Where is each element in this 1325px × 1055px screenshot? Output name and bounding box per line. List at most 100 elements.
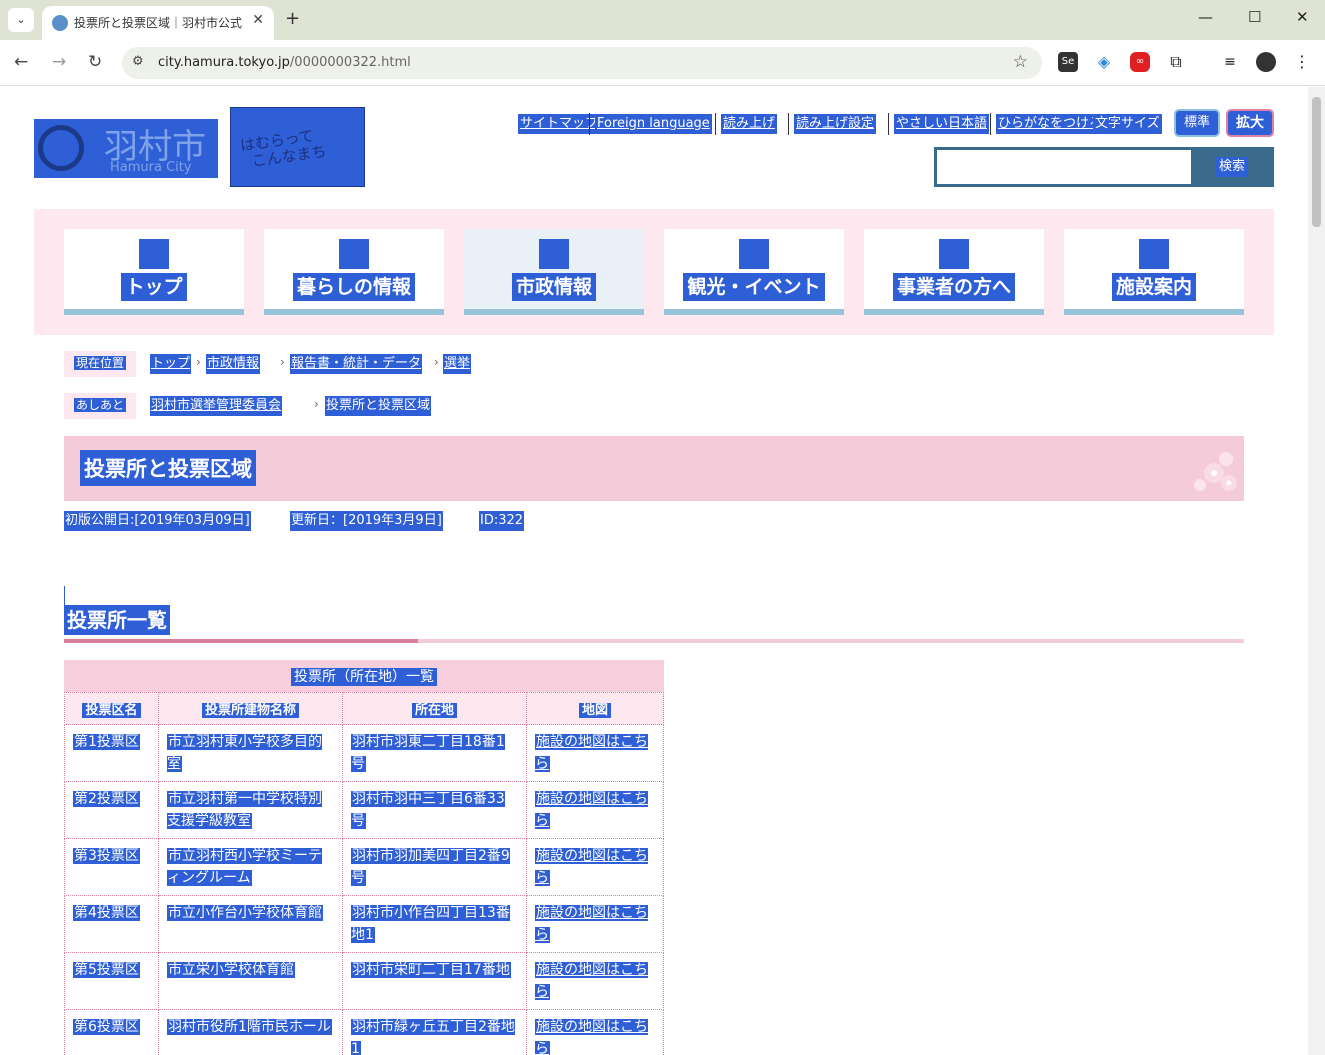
map-link[interactable]: 施設の地図はこちら bbox=[535, 734, 648, 772]
history-election-committee[interactable]: 羽村市選挙管理委員会 bbox=[150, 396, 283, 416]
history-current-page: 投票所と投票区域 bbox=[325, 396, 432, 416]
browser-menu-icon[interactable]: ⋮ bbox=[1292, 52, 1312, 72]
published-date: 初版公開日:[2019年03月09日] bbox=[64, 511, 251, 531]
sakura-decoration-icon bbox=[1194, 452, 1237, 491]
link-foreign-language[interactable]: Foreign language bbox=[595, 114, 712, 134]
extension-red-icon[interactable]: ∞ bbox=[1130, 52, 1150, 72]
font-large-button[interactable]: 拡大 bbox=[1226, 109, 1274, 137]
maximize-icon[interactable]: ☐ bbox=[1248, 8, 1261, 26]
breadcrumb-reports[interactable]: 報告書・統計・データ bbox=[290, 354, 423, 374]
site-logo[interactable]: 羽村市 Hamura City bbox=[34, 119, 218, 178]
font-standard-button[interactable]: 標準 bbox=[1174, 109, 1220, 137]
gnav-top[interactable]: トップ bbox=[64, 229, 244, 315]
link-furigana[interactable]: ひらがなをつける bbox=[996, 114, 1105, 134]
cell-text: 羽村市羽中三丁目6番33号 bbox=[351, 791, 505, 829]
scrollbar-thumb[interactable] bbox=[1312, 97, 1321, 227]
link-read-aloud-text[interactable]: 読み上げ bbox=[723, 116, 775, 131]
back-icon[interactable]: ← bbox=[14, 52, 28, 72]
gnav-city-admin[interactable]: 市政情報 bbox=[464, 229, 644, 315]
page-scrollbar[interactable] bbox=[1308, 87, 1325, 1055]
breadcrumb-label: 現在位置 bbox=[64, 351, 137, 377]
table-row: 第3投票区 市立羽村西小学校ミーティングルーム 羽村市羽加美四丁目2番9号 施設… bbox=[64, 838, 664, 896]
page-title: 投票所と投票区域 bbox=[80, 450, 256, 486]
browser-tab[interactable]: 投票所と投票区域｜羽村市公式 ✕ bbox=[42, 6, 274, 40]
col-header-district: 投票区名 bbox=[64, 692, 159, 725]
close-tab-icon[interactable]: ✕ bbox=[252, 12, 264, 28]
divider bbox=[990, 113, 991, 135]
table-row: 第6投票区 羽村市役所1階市民ホール 羽村市緑ヶ丘五丁目2番地1 施設の地図はこ… bbox=[64, 1009, 664, 1055]
map-link[interactable]: 施設の地図はこちら bbox=[535, 1019, 648, 1055]
col-header-text: 所在地 bbox=[411, 703, 457, 718]
cell-address: 羽村市小作台四丁目13番地1 bbox=[342, 895, 527, 953]
chevron-right-icon: › bbox=[196, 355, 201, 369]
chevron-right-icon: › bbox=[280, 355, 285, 369]
link-sitemap[interactable]: サイトマップ bbox=[518, 114, 601, 134]
reading-list-icon[interactable]: ≡ bbox=[1220, 52, 1240, 72]
link-sitemap-text[interactable]: サイトマップ bbox=[520, 116, 598, 131]
map-link[interactable]: 施設の地図はこちら bbox=[535, 848, 648, 886]
extension-blue-icon[interactable]: ◈ bbox=[1094, 52, 1114, 72]
link-foreign-language-text[interactable]: Foreign language bbox=[597, 116, 710, 131]
col-header-text: 投票所建物名称 bbox=[201, 703, 299, 718]
forward-icon[interactable]: → bbox=[52, 52, 66, 72]
breadcrumb-elections[interactable]: 選挙 bbox=[443, 354, 472, 374]
cell-district: 第2投票区 bbox=[64, 781, 159, 839]
history-label: あしあと bbox=[64, 393, 137, 419]
promo-banner[interactable]: はむらって こんなまち bbox=[230, 107, 365, 187]
link-read-aloud-settings-text[interactable]: 読み上げ設定 bbox=[796, 116, 874, 131]
table-caption-text: 投票所（所在地）一覧 bbox=[291, 668, 437, 686]
search-input[interactable] bbox=[937, 150, 1191, 184]
link-furigana-text[interactable]: ひらがなをつける bbox=[998, 116, 1102, 131]
profile-avatar-icon[interactable] bbox=[1256, 52, 1276, 72]
extension-selenium-icon[interactable]: Se bbox=[1058, 52, 1078, 72]
divider bbox=[589, 113, 590, 135]
cell-district: 第6投票区 bbox=[64, 1009, 159, 1055]
gnav-label: 暮らしの情報 bbox=[292, 273, 415, 301]
url-text[interactable]: city.hamura.tokyo.jp/0000000322.html bbox=[158, 55, 411, 70]
map-link[interactable]: 施設の地図はこちら bbox=[535, 905, 648, 943]
info-icon bbox=[339, 239, 369, 269]
search-button[interactable]: 検索 bbox=[1216, 157, 1249, 177]
table-caption: 投票所（所在地）一覧 bbox=[64, 660, 664, 692]
address-bar[interactable]: ⚙ city.hamura.tokyo.jp/0000000322.html ☆ bbox=[122, 47, 1042, 79]
extensions-puzzle-icon[interactable]: ⧉ bbox=[1166, 52, 1186, 72]
link-read-aloud-settings[interactable]: 読み上げ設定 bbox=[794, 114, 877, 134]
gnav-tourism[interactable]: 観光・イベント bbox=[664, 229, 844, 315]
cell-address: 羽村市羽中三丁目6番33号 bbox=[342, 781, 527, 839]
gnav-business[interactable]: 事業者の方へ bbox=[864, 229, 1044, 315]
link-read-aloud[interactable]: 読み上げ bbox=[721, 114, 778, 134]
cell-address: 羽村市栄町二丁目17番地 bbox=[342, 952, 527, 1010]
tab-search-menu-icon[interactable]: ⌄ bbox=[8, 8, 34, 32]
site-info-icon[interactable]: ⚙ bbox=[132, 54, 144, 69]
gnav-living[interactable]: 暮らしの情報 bbox=[264, 229, 444, 315]
new-tab-icon[interactable]: + bbox=[285, 8, 300, 29]
table-row: 第4投票区 市立小作台小学校体育館 羽村市小作台四丁目13番地1 施設の地図はこ… bbox=[64, 895, 664, 953]
cell-map: 施設の地図はこちら bbox=[526, 781, 664, 839]
chevron-right-icon: › bbox=[434, 355, 439, 369]
search-form: 検索 bbox=[934, 147, 1274, 187]
cell-building: 市立小作台小学校体育館 bbox=[158, 895, 343, 953]
gnav-label: 市政情報 bbox=[511, 273, 596, 301]
map-link[interactable]: 施設の地図はこちら bbox=[535, 962, 648, 1000]
link-easy-japanese-text[interactable]: やさしい日本語 bbox=[896, 116, 987, 131]
col-header-text: 投票区名 bbox=[82, 703, 141, 718]
gnav-facilities[interactable]: 施設案内 bbox=[1064, 229, 1244, 315]
cell-text: 羽村市緑ヶ丘五丁目2番地1 bbox=[351, 1019, 515, 1055]
col-header-address: 所在地 bbox=[342, 692, 527, 725]
heading-underline-accent bbox=[64, 639, 418, 643]
breadcrumb-top[interactable]: トップ bbox=[150, 354, 192, 374]
close-window-icon[interactable]: ✕ bbox=[1296, 8, 1309, 26]
cell-text: 第5投票区 bbox=[73, 962, 140, 978]
updated-date: 更新日：[2019年3月9日] bbox=[290, 511, 443, 531]
minimize-icon[interactable]: — bbox=[1198, 8, 1213, 26]
reload-icon[interactable]: ↻ bbox=[88, 52, 102, 72]
bookmark-star-icon[interactable]: ☆ bbox=[1013, 52, 1028, 72]
breadcrumb-city-admin[interactable]: 市政情報 bbox=[206, 354, 261, 374]
web-page: 羽村市 Hamura City はむらって こんなまち サイトマップ Forei… bbox=[0, 87, 1308, 1055]
cell-building: 羽村市役所1階市民ホール bbox=[158, 1009, 343, 1055]
map-link[interactable]: 施設の地図はこちら bbox=[535, 791, 648, 829]
cell-text: 第6投票区 bbox=[73, 1019, 140, 1035]
link-easy-japanese[interactable]: やさしい日本語 bbox=[894, 114, 990, 134]
cell-text: 羽村市羽加美四丁目2番9号 bbox=[351, 848, 510, 886]
cell-text: 市立小作台小学校体育館 bbox=[167, 905, 323, 921]
